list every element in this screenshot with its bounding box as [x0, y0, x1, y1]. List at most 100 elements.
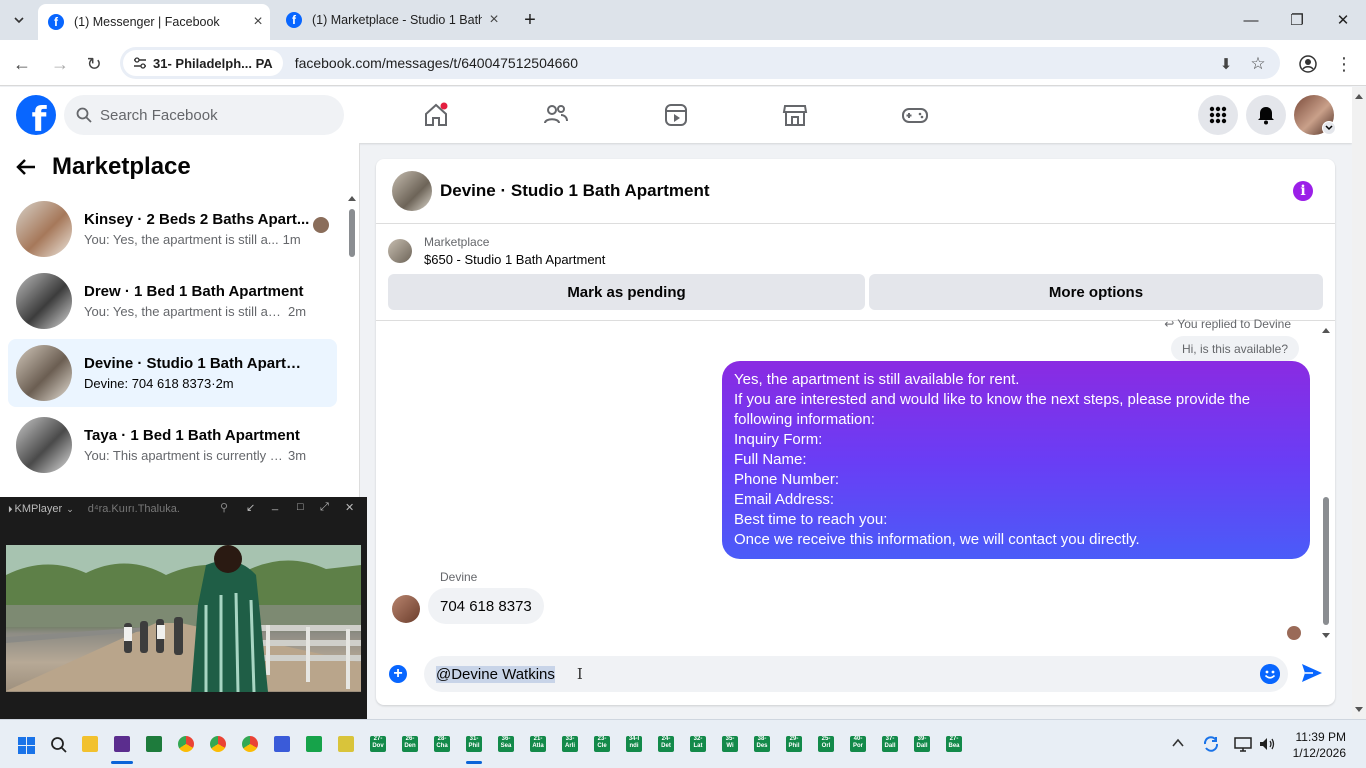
omnibox[interactable]: 31- Philadelph... PA facebook.com/messag…	[120, 47, 1280, 79]
conversation-item-selected[interactable]: Devine · Studio 1 Bath Apartment Devine:…	[8, 339, 337, 407]
facebook-search-input[interactable]: Search Facebook	[64, 95, 344, 135]
restore-icon[interactable]: ❐	[1274, 6, 1320, 34]
sheet-icon[interactable]: 26- Den	[402, 736, 418, 752]
mark-as-pending-button[interactable]: Mark as pending	[388, 274, 865, 310]
sender-avatar[interactable]	[392, 595, 420, 623]
pin-icon[interactable]: ⚲	[220, 501, 228, 514]
kmplayer-window[interactable]: ⏵ KMPlayer ⌄ d⁴ra.Kuırı.Thaluka. ⚲ ↙ _ □…	[0, 497, 367, 719]
page-scrollbar[interactable]	[1352, 87, 1366, 719]
sheet-icon[interactable]: 29- Phil	[786, 736, 802, 752]
chrome-icon[interactable]	[242, 736, 258, 752]
back-icon[interactable]: ←	[8, 50, 36, 78]
chat-title[interactable]: Devine · Studio 1 Bath Apartment	[440, 181, 710, 201]
windows-start-icon[interactable]	[18, 737, 35, 754]
sync-icon[interactable]	[1202, 735, 1220, 753]
search-icon[interactable]	[50, 736, 68, 754]
system-clock[interactable]: 11:39 PM 1/12/2026	[1293, 729, 1346, 761]
sheet-icon[interactable]: 40- Por	[850, 736, 866, 752]
gaming-icon[interactable]	[895, 95, 935, 135]
maximize-icon[interactable]: □	[297, 501, 304, 513]
plus-icon[interactable]: +	[389, 665, 407, 683]
info-icon[interactable]: i	[1293, 181, 1313, 201]
install-app-icon[interactable]: ⬇	[1212, 50, 1240, 78]
app-icon[interactable]	[274, 736, 290, 752]
sheet-icon[interactable]: 27- Dov	[370, 736, 386, 752]
home-icon[interactable]	[416, 95, 456, 135]
incoming-message-bubble[interactable]: 704 618 8373	[428, 588, 544, 624]
outgoing-message-bubble[interactable]: Yes, the apartment is still available fo…	[722, 361, 1310, 559]
listing-summary[interactable]: Marketplace $650 - Studio 1 Bath Apartme…	[388, 235, 605, 267]
close-window-icon[interactable]: ✕	[1320, 6, 1366, 34]
sheet-icon[interactable]: 24- Det	[658, 736, 674, 752]
inbox-scrollbar[interactable]	[347, 193, 357, 493]
sheet-icon[interactable]: 38- Des	[754, 736, 770, 752]
sheet-icon[interactable]: 25- Orl	[818, 736, 834, 752]
sheet-icon[interactable]: 33- Arli	[562, 736, 578, 752]
sheet-icon[interactable]: 32- Lat	[690, 736, 706, 752]
back-arrow-icon[interactable]	[16, 158, 36, 176]
sheet-icon[interactable]: 35- Wi	[722, 736, 738, 752]
app-icon[interactable]	[306, 736, 322, 752]
more-options-button[interactable]: More options	[869, 274, 1323, 310]
video-icon[interactable]	[656, 95, 696, 135]
sheet-icon[interactable]: 36- Sea	[498, 736, 514, 752]
send-icon[interactable]	[1301, 663, 1323, 683]
bookmark-star-icon[interactable]: ☆	[1244, 50, 1272, 78]
account-chevron-icon[interactable]	[1322, 121, 1336, 135]
conversation-item[interactable]: Drew · 1 Bed 1 Bath Apartment You: Yes, …	[8, 267, 337, 335]
chrome-icon[interactable]	[178, 736, 194, 752]
emoji-icon[interactable]	[1260, 664, 1280, 684]
profile-icon[interactable]	[1294, 50, 1322, 78]
sheet-icon[interactable]: 21- Atla	[530, 736, 546, 752]
fullscreen-icon[interactable]: ⤢	[320, 501, 329, 514]
chat-header: Devine · Studio 1 Bath Apartment i	[376, 159, 1335, 224]
menu-grid-icon[interactable]	[1198, 95, 1238, 135]
sheet-icon[interactable]: 39- Dall	[914, 736, 930, 752]
chat-avatar[interactable]	[392, 171, 432, 211]
mention-text: @Devine Watkins	[436, 665, 555, 683]
close-tab-icon[interactable]: ×	[246, 13, 270, 31]
notepad-icon[interactable]	[338, 736, 354, 752]
sheet-icon[interactable]: 23- Cle	[594, 736, 610, 752]
sheet-icon[interactable]: 37- Dall	[882, 736, 898, 752]
browser-menu-icon[interactable]: ⋮	[1330, 50, 1358, 78]
sheet-icon[interactable]: 28- Cha	[434, 736, 450, 752]
facebook-logo[interactable]: f	[16, 95, 56, 135]
minimize-icon[interactable]: —	[1228, 6, 1274, 34]
search-placeholder: Search Facebook	[100, 106, 218, 124]
sheet-icon[interactable]: 34-I ndi	[626, 736, 642, 752]
sheet-icon[interactable]: 31- Phil	[466, 736, 482, 752]
conversation-preview: You: Yes, the apartment is still avail..…	[84, 304, 284, 319]
reload-icon[interactable]: ↻	[80, 50, 108, 78]
minimize-icon[interactable]: _	[272, 499, 278, 511]
quoted-message[interactable]: Hi, is this available?	[1170, 336, 1299, 361]
chevron-down-icon[interactable]: ⌄	[66, 504, 74, 515]
tab-marketplace[interactable]: f (1) Marketplace - Studio 1 Bath ×	[276, 4, 506, 36]
close-icon[interactable]: ✕	[345, 501, 354, 514]
friends-icon[interactable]	[536, 95, 576, 135]
sheet-icon[interactable]: 27- Bea	[946, 736, 962, 752]
message-input[interactable]: @Devine Watkins I	[424, 656, 1288, 692]
network-icon[interactable]	[1234, 736, 1252, 752]
new-tab-button[interactable]: +	[516, 4, 544, 36]
notifications-bell-icon[interactable]	[1246, 95, 1286, 135]
compact-icon[interactable]: ↙	[246, 501, 255, 514]
file-explorer-icon[interactable]	[82, 736, 98, 752]
marketplace-icon[interactable]	[775, 95, 815, 135]
site-info-chip[interactable]: 31- Philadelph... PA	[123, 50, 283, 76]
url-text[interactable]: facebook.com/messages/t/640047512504660	[295, 55, 578, 71]
chrome-icon[interactable]	[210, 736, 226, 752]
chat-scrollbar[interactable]	[1321, 325, 1331, 641]
tab-search-button[interactable]	[6, 4, 32, 36]
volume-icon[interactable]	[1258, 736, 1276, 752]
text-cursor-icon: I	[576, 665, 583, 683]
kmplayer-taskbar-icon[interactable]	[146, 736, 162, 752]
forward-icon[interactable]: →	[46, 50, 74, 78]
media-player-icon[interactable]	[114, 736, 130, 752]
close-tab-icon[interactable]: ×	[482, 11, 506, 29]
chevron-up-icon[interactable]	[1172, 738, 1184, 748]
tab-messenger[interactable]: f (1) Messenger | Facebook ×	[38, 4, 270, 40]
conversation-item[interactable]: Taya · 1 Bed 1 Bath Apartment You: This …	[8, 411, 337, 479]
video-frame[interactable]	[6, 545, 361, 692]
conversation-item[interactable]: Kinsey · 2 Beds 2 Baths Apart... You: Ye…	[8, 195, 337, 263]
